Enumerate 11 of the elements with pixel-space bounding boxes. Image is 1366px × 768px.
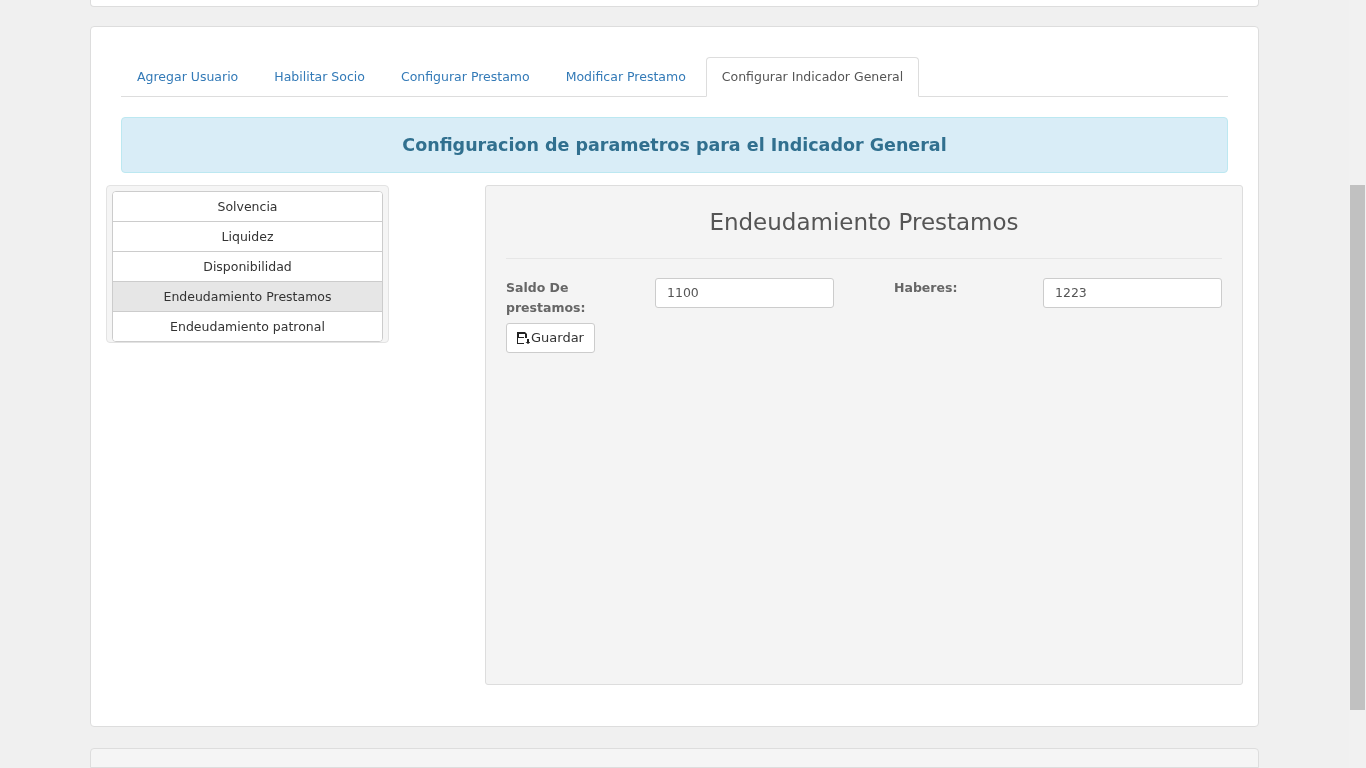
- tab[interactable]: Configurar Indicador General: [705, 56, 920, 97]
- indicator-item[interactable]: Endeudamiento patronal: [113, 310, 382, 341]
- number-input[interactable]: 1223: [1043, 277, 1222, 308]
- number-input[interactable]: 1100: [655, 277, 834, 308]
- field-label: Haberes:: [894, 278, 959, 297]
- banner-heading: Configuracion de parametros para el Indicador General: [121, 116, 1228, 173]
- panel-title: Endeudamiento Prestamos: [506, 185, 1222, 259]
- indicator-item[interactable]: Endeudamiento Prestamos: [113, 280, 382, 311]
- save-icon: [517, 331, 530, 344]
- save-button[interactable]: Guardar: [506, 322, 595, 353]
- field-label: Saldo De prestamos:: [506, 278, 587, 317]
